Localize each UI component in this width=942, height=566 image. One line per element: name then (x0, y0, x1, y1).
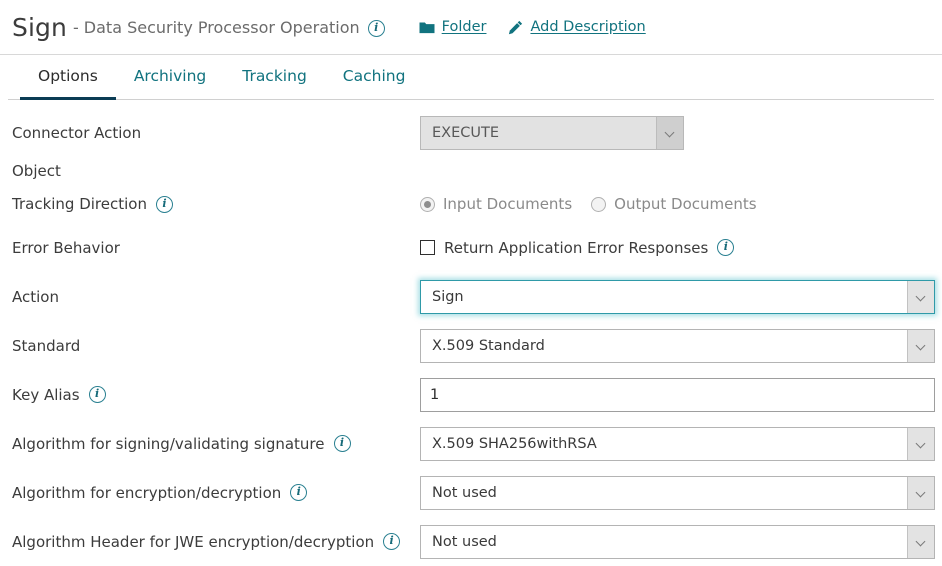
error-behavior-control: Return Application Error Responses i (420, 239, 942, 257)
tab-bar: Options Archiving Tracking Caching (0, 55, 942, 100)
algorithm-signing-label-text: Algorithm for signing/validating signatu… (12, 434, 325, 453)
standard-control: X.509 Standard (420, 328, 942, 363)
tracking-direction-radio-group: Input Documents Output Documents (420, 195, 757, 213)
action-value: Sign (432, 288, 464, 305)
key-alias-label: Key Alias i (12, 386, 420, 404)
radio-button-icon (591, 196, 607, 212)
row-key-alias: Key Alias i (0, 370, 942, 419)
chevron-down-icon (907, 329, 934, 362)
action-select[interactable]: Sign (420, 279, 935, 314)
checkbox-icon[interactable] (420, 240, 435, 255)
algorithm-signing-label: Algorithm for signing/validating signatu… (12, 435, 420, 453)
key-alias-label-text: Key Alias (12, 385, 80, 404)
row-algorithm-encryption: Algorithm for encryption/decryption i No… (0, 468, 942, 517)
page-title-info-icon[interactable]: i (367, 19, 385, 37)
row-object: Object (0, 157, 942, 185)
tab-options[interactable]: Options (20, 55, 116, 100)
row-tracking-direction: Tracking Direction i Input Documents Out… (0, 185, 942, 223)
error-behavior-info-icon[interactable]: i (717, 239, 735, 256)
chevron-down-icon (907, 476, 934, 509)
algorithm-jwe-header-select[interactable]: Not used (420, 524, 935, 559)
standard-label: Standard (12, 336, 81, 355)
chevron-down-icon (907, 280, 934, 313)
row-action: Action Sign (0, 272, 942, 321)
connector-action-control: EXECUTE (420, 115, 942, 150)
folder-icon (419, 21, 435, 34)
algorithm-signing-select[interactable]: X.509 SHA256withRSA (420, 426, 935, 461)
tracking-direction-control: Input Documents Output Documents (420, 195, 942, 213)
algorithm-encryption-label-text: Algorithm for encryption/decryption (12, 483, 282, 502)
row-error-behavior: Error Behavior Return Application Error … (0, 223, 942, 272)
return-app-error-responses-checkbox-wrap[interactable]: Return Application Error Responses i (420, 238, 735, 257)
add-description-link[interactable]: Add Description (508, 19, 646, 35)
tracking-direction-label: Tracking Direction i (12, 195, 420, 213)
chevron-down-icon (907, 525, 934, 558)
row-algorithm-signing: Algorithm for signing/validating signatu… (0, 419, 942, 468)
tracking-direction-info-icon[interactable]: i (155, 195, 173, 213)
tab-caching[interactable]: Caching (325, 55, 424, 100)
action-label: Action (12, 287, 59, 306)
return-app-error-responses-label: Return Application Error Responses (444, 238, 709, 257)
standard-value: X.509 Standard (432, 337, 545, 354)
folder-link[interactable]: Folder (419, 19, 487, 35)
page-header: Sign - Data Security Processor Operation… (0, 0, 942, 55)
pencil-icon (508, 20, 523, 35)
connector-action-value: EXECUTE (432, 124, 500, 141)
row-standard: Standard X.509 Standard (0, 321, 942, 370)
page-subtitle: - Data Security Processor Operation (72, 17, 360, 37)
key-alias-control (420, 377, 942, 412)
radio-input-documents[interactable]: Input Documents (420, 195, 572, 213)
algorithm-jwe-header-value: Not used (432, 533, 497, 550)
key-alias-input[interactable] (420, 377, 935, 412)
algorithm-jwe-header-control: Not used (420, 524, 942, 559)
connector-action-label: Connector Action (12, 123, 142, 142)
chevron-down-icon (907, 427, 934, 460)
header-links: Folder Add Description (419, 19, 646, 35)
algorithm-encryption-value: Not used (432, 484, 497, 501)
algorithm-jwe-header-label-text: Algorithm Header for JWE encryption/decr… (12, 532, 375, 551)
tracking-direction-label-text: Tracking Direction (12, 195, 147, 213)
folder-link-label: Folder (441, 19, 487, 35)
radio-output-documents[interactable]: Output Documents (591, 195, 757, 213)
algorithm-jwe-header-info-icon[interactable]: i (383, 533, 401, 550)
algorithm-signing-info-icon[interactable]: i (333, 435, 351, 452)
radio-input-documents-label: Input Documents (443, 195, 573, 213)
algorithm-jwe-header-label: Algorithm Header for JWE encryption/decr… (12, 533, 420, 551)
object-label: Object (12, 162, 61, 180)
tab-archiving[interactable]: Archiving (116, 55, 224, 100)
algorithm-signing-value: X.509 SHA256withRSA (432, 435, 597, 452)
row-connector-action: Connector Action EXECUTE (0, 108, 942, 157)
action-control: Sign (420, 279, 942, 314)
tab-tracking[interactable]: Tracking (224, 55, 325, 100)
algorithm-encryption-label: Algorithm for encryption/decryption i (12, 484, 420, 502)
standard-select[interactable]: X.509 Standard (420, 328, 935, 363)
algorithm-signing-control: X.509 SHA256withRSA (420, 426, 942, 461)
info-icon: i (367, 19, 385, 37)
add-description-link-label: Add Description (530, 19, 646, 35)
page-title: Sign (12, 12, 67, 42)
algorithm-encryption-select[interactable]: Not used (420, 475, 935, 510)
row-algorithm-jwe-header: Algorithm Header for JWE encryption/decr… (0, 517, 942, 566)
algorithm-encryption-control: Not used (420, 475, 942, 510)
error-behavior-label: Error Behavior (12, 238, 120, 257)
connector-action-select[interactable]: EXECUTE (420, 115, 684, 150)
key-alias-info-icon[interactable]: i (88, 386, 106, 403)
radio-output-documents-label: Output Documents (614, 195, 757, 213)
radio-button-icon (420, 196, 435, 212)
chevron-down-icon (656, 116, 683, 149)
algorithm-encryption-info-icon[interactable]: i (290, 484, 308, 501)
options-form: Connector Action EXECUTE Object Tracking… (0, 100, 942, 566)
